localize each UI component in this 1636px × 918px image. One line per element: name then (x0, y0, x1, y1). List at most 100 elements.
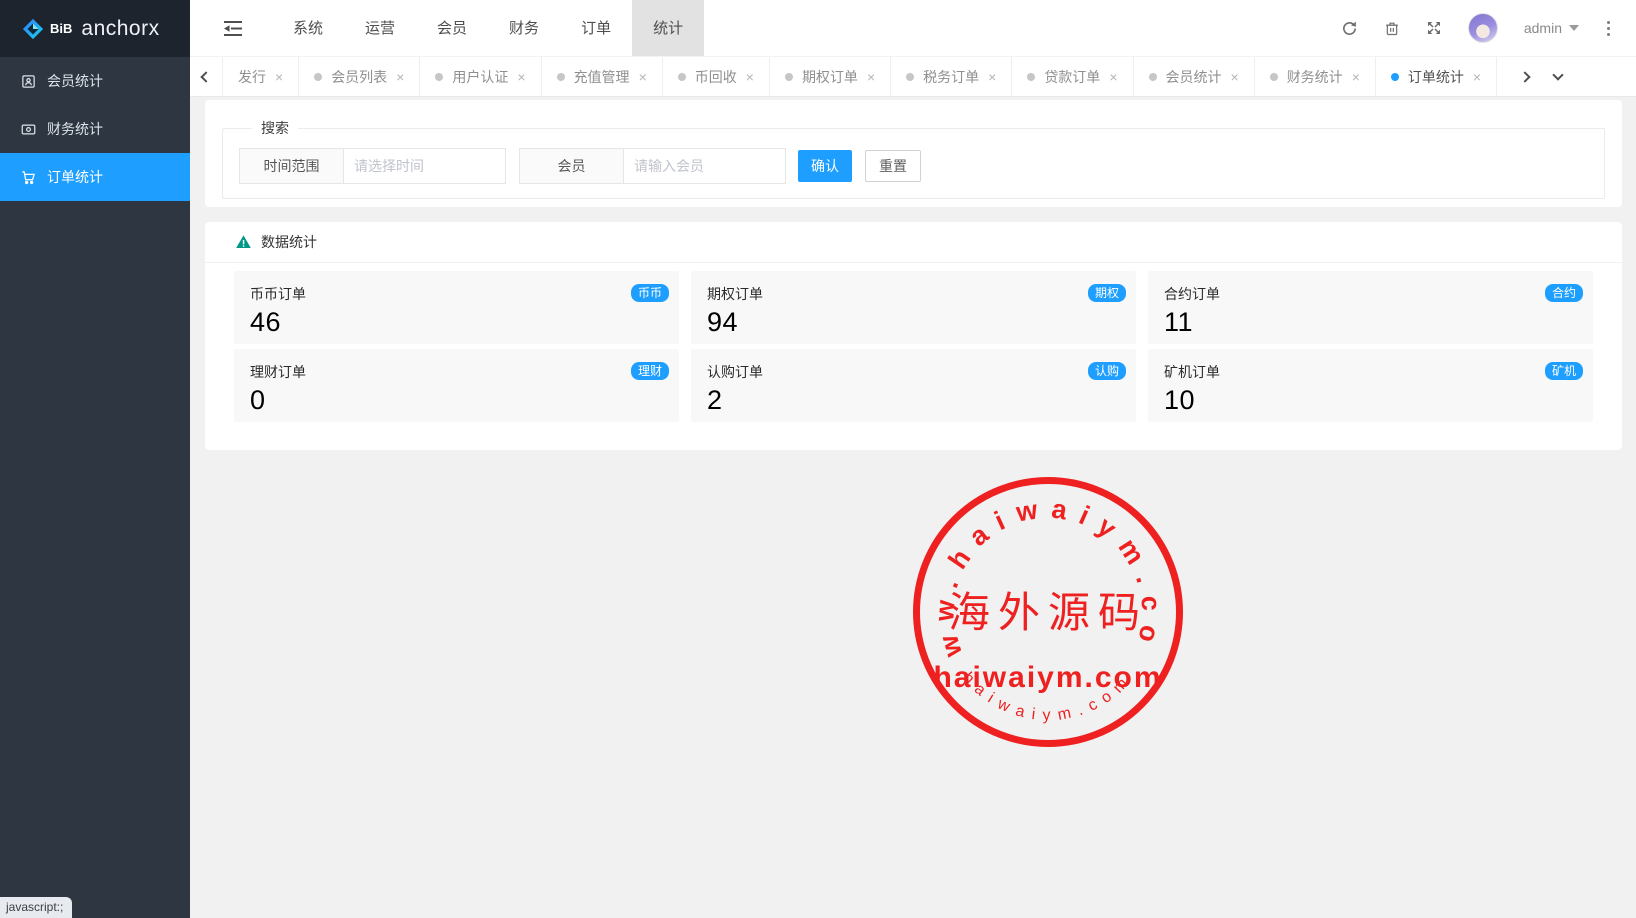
topnav-item-statistics[interactable]: 统计 (632, 0, 704, 56)
topnav-item-order[interactable]: 订单 (560, 0, 632, 56)
close-icon[interactable]: × (639, 70, 647, 84)
tabs-menu-button[interactable] (1541, 57, 1574, 96)
close-icon[interactable]: × (275, 70, 283, 84)
svg-text:haiwaiym.com: haiwaiym.com (959, 669, 1137, 724)
sidebar-item-label: 财务统计 (47, 119, 103, 139)
card-value: 46 (250, 307, 663, 338)
tab-dot-icon (906, 73, 914, 81)
avatar[interactable] (1468, 13, 1498, 43)
sidebar: 会员统计 财务统计 订单统计 (0, 57, 190, 918)
id-card-icon (21, 74, 36, 89)
tab-label: 用户认证 (452, 67, 508, 87)
logo-app-name: anchorx (81, 17, 159, 41)
tabs-scroll-left-button[interactable] (190, 57, 223, 96)
card-badge: 币币 (631, 284, 669, 302)
card-value: 11 (1164, 307, 1577, 338)
tab-tax-orders[interactable]: 税务订单 × (891, 57, 1012, 96)
reset-button[interactable]: 重置 (865, 150, 921, 182)
tab-loan-orders[interactable]: 贷款订单 × (1012, 57, 1133, 96)
card-label: 币币订单 (250, 284, 663, 304)
card-label: 矿机订单 (1164, 362, 1577, 382)
close-icon[interactable]: × (1352, 70, 1360, 84)
close-icon[interactable]: × (746, 70, 754, 84)
svg-text:www.haiwaiym.com: www.haiwaiym.com (903, 467, 1166, 661)
sidebar-collapse-icon[interactable] (224, 21, 242, 36)
stat-card-option-orders: 期权订单 94 期权 (691, 271, 1136, 344)
time-range-group: 时间范围 (239, 148, 506, 184)
search-panel: 搜索 时间范围 会员 确认 重置 (205, 100, 1622, 207)
tabs-scroll-right-button[interactable] (1508, 57, 1541, 96)
card-value: 10 (1164, 385, 1577, 416)
close-icon[interactable]: × (1109, 70, 1117, 84)
stamp-arc-top-text: www.haiwaiym.com (903, 467, 1166, 661)
member-input[interactable] (623, 148, 786, 184)
tab-coin-recycle[interactable]: 币回收 × (663, 57, 770, 96)
tab-recharge-manage[interactable]: 充值管理 × (542, 57, 663, 96)
card-label: 理财订单 (250, 362, 663, 382)
tab-bar-controls (1508, 57, 1574, 96)
app-logo: BiB anchorx (0, 0, 190, 57)
stats-header: 数据统计 (205, 222, 1622, 263)
stats-cards-grid: 币币订单 46 币币 期权订单 94 期权 合约订单 11 合约 理财订单 0 … (205, 263, 1622, 422)
close-icon[interactable]: × (517, 70, 525, 84)
card-value: 94 (707, 307, 1120, 338)
card-badge: 合约 (1545, 284, 1583, 302)
more-options-icon[interactable] (1605, 19, 1612, 38)
card-badge: 期权 (1088, 284, 1126, 302)
tab-label: 期权订单 (802, 67, 858, 87)
tab-dot-icon (1391, 73, 1399, 81)
tab-dot-icon (435, 73, 443, 81)
trash-icon[interactable] (1384, 20, 1400, 37)
fullscreen-icon[interactable] (1426, 20, 1442, 36)
tab-label: 财务统计 (1287, 67, 1343, 87)
stat-card-wealth-orders: 理财订单 0 理财 (234, 349, 679, 422)
user-menu[interactable]: admin (1524, 20, 1579, 36)
close-icon[interactable]: × (867, 70, 875, 84)
header: 系统 运营 会员 财务 订单 统计 admin (190, 0, 1636, 57)
topnav-item-system[interactable]: 系统 (272, 0, 344, 56)
tab-member-stats[interactable]: 会员统计 × (1134, 57, 1255, 96)
sidebar-item-order-stats[interactable]: 订单统计 (0, 153, 190, 201)
topnav-item-finance[interactable]: 财务 (488, 0, 560, 56)
tab-dot-icon (678, 73, 686, 81)
top-navigation: 系统 运营 会员 财务 订单 统计 (272, 0, 704, 56)
brand-diamond-icon (22, 18, 44, 40)
chevron-left-icon (200, 71, 211, 82)
sidebar-item-member-stats[interactable]: 会员统计 (0, 57, 190, 105)
search-fieldset: 搜索 时间范围 会员 确认 重置 (222, 118, 1605, 199)
chevron-down-icon (1569, 25, 1579, 31)
tab-order-stats[interactable]: 订单统计 × (1376, 57, 1497, 96)
confirm-button[interactable]: 确认 (798, 150, 852, 182)
tab-dot-icon (314, 73, 322, 81)
stat-card-miner-orders: 矿机订单 10 矿机 (1148, 349, 1593, 422)
refresh-icon[interactable] (1341, 20, 1358, 37)
sidebar-item-finance-stats[interactable]: 财务统计 (0, 105, 190, 153)
card-label: 认购订单 (707, 362, 1120, 382)
tab-dot-icon (1270, 73, 1278, 81)
logo-brand-text: BiB (50, 21, 72, 36)
stat-card-contract-orders: 合约订单 11 合约 (1148, 271, 1593, 344)
chevron-down-icon (1552, 69, 1563, 80)
close-icon[interactable]: × (988, 70, 996, 84)
topnav-item-member[interactable]: 会员 (416, 0, 488, 56)
tab-user-auth[interactable]: 用户认证 × (420, 57, 541, 96)
tab-issue[interactable]: 发行 × (223, 57, 299, 96)
tab-label: 贷款订单 (1044, 67, 1100, 87)
tab-dot-icon (557, 73, 565, 81)
time-range-input[interactable] (343, 148, 506, 184)
tab-member-list[interactable]: 会员列表 × (299, 57, 420, 96)
tab-label: 币回收 (695, 67, 737, 87)
close-icon[interactable]: × (1231, 70, 1239, 84)
stamp-center-cn-text: 海外源码 (948, 588, 1148, 637)
tab-finance-stats[interactable]: 财务统计 × (1255, 57, 1376, 96)
time-range-label: 时间范围 (239, 148, 343, 184)
username: admin (1524, 20, 1562, 36)
topnav-item-operation[interactable]: 运营 (344, 0, 416, 56)
close-icon[interactable]: × (396, 70, 404, 84)
stats-title: 数据统计 (261, 232, 317, 252)
cart-icon (21, 170, 36, 185)
tab-option-orders[interactable]: 期权订单 × (770, 57, 891, 96)
watermark-stamp: www.haiwaiym.com 海外源码 haiwaiym.com haiwa… (903, 467, 1193, 757)
status-bar: javascript:; (0, 897, 72, 918)
close-icon[interactable]: × (1473, 70, 1481, 84)
